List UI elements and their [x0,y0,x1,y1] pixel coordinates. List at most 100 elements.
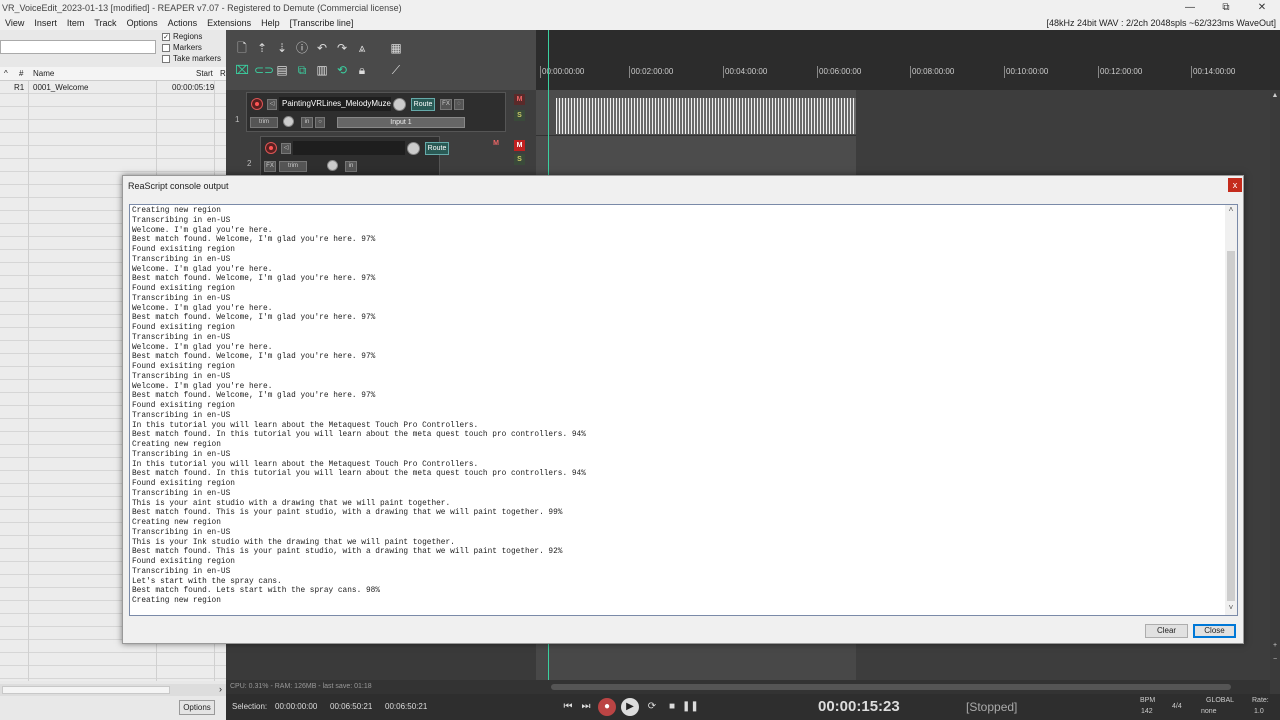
media-item-waveform[interactable] [556,98,856,134]
col-number[interactable]: # [19,69,23,78]
restore-button[interactable]: ⧉ [1208,0,1244,16]
col-r[interactable]: R [220,69,226,78]
input-monitor-button[interactable]: in [345,161,357,172]
track-2-solo-button[interactable]: S [514,154,525,165]
col-start[interactable]: Start [196,69,213,78]
edit-cursor-icon[interactable]: ⟋ [388,62,404,78]
fx-button[interactable]: FX [264,161,276,172]
play-icon[interactable]: ▶ [621,698,639,716]
scroll-thumb[interactable] [551,684,1231,690]
arrange-vscroll[interactable]: ▲ + − [1270,90,1280,680]
go-to-start-icon[interactable]: ⏮ [560,699,576,715]
col-name[interactable]: Name [33,69,54,78]
route-button[interactable]: Route [425,142,449,155]
item-grouping-icon[interactable]: ⊂⊃ [254,62,274,78]
fx-bypass-icon[interactable]: ◌ [454,99,464,110]
track-2[interactable]: 2 ◁ Route FX trim in [247,136,449,176]
scroll-thumb[interactable] [1227,251,1235,601]
new-project-icon[interactable]: 🗋 [234,40,250,56]
pan-knob[interactable] [283,116,294,127]
menu-view[interactable]: View [0,18,29,28]
region-row[interactable]: R1 0001_Welcome 00:00:05:19 [0,82,226,94]
menu-actions[interactable]: Actions [163,18,203,28]
close-button[interactable]: Close [1193,624,1236,638]
scroll-up-icon[interactable]: ˄ [1225,205,1237,214]
menu-transcribe-line[interactable]: [Transcribe line] [285,18,359,28]
zoom-in-icon[interactable]: + [1271,642,1279,650]
redo-icon[interactable]: ↷ [334,40,350,56]
track-1-solo-button[interactable]: S [514,110,525,121]
lock-icon[interactable]: 🔒︎ [354,62,370,78]
dialog-close-icon[interactable]: x [1228,178,1242,192]
pan-knob[interactable] [327,160,338,171]
region-options-button[interactable]: Options [179,700,215,715]
console-vscroll[interactable]: ˄ ˅ [1225,205,1237,615]
loop-icon[interactable]: ⟲ [334,62,350,78]
input-selector[interactable]: Input 1 [337,117,465,128]
region-list-hscroll[interactable]: › [0,684,226,696]
menu-insert[interactable]: Insert [29,18,62,28]
bpm-value[interactable]: 142 [1141,708,1153,715]
fx-button[interactable]: FX [440,99,452,110]
timeline-ruler[interactable]: 00:00:00:00 00:02:00:00 00:04:00:00 00:0… [536,30,1280,90]
zoom-out-icon[interactable]: − [1271,656,1279,664]
menu-item[interactable]: Item [62,18,90,28]
regions-checkbox[interactable]: ✓ Regions [162,32,202,41]
markers-checkbox[interactable]: Markers [162,43,202,52]
track-1[interactable]: 1 ◁ PaintingVRLines_MelodyMuze Route FX … [235,92,506,132]
menu-help[interactable]: Help [256,18,285,28]
ripple-edit-icon[interactable]: ⌧ [234,62,250,78]
go-to-end-icon[interactable]: ⏭ [578,699,594,715]
undo-icon[interactable]: ↶ [314,40,330,56]
global-value[interactable]: none [1201,708,1217,715]
trim-button[interactable]: trim [279,161,307,172]
crossfade-icon[interactable]: ⧉ [294,62,310,78]
record-icon[interactable]: ● [598,698,616,716]
speaker-icon[interactable]: ◁ [281,143,291,154]
menu-options[interactable]: Options [122,18,163,28]
trim-button[interactable]: trim [250,117,278,128]
route-button[interactable]: Route [411,98,435,111]
transport-timecode[interactable]: 00:00:15:23 [818,698,900,715]
minimize-button[interactable]: — [1172,0,1208,16]
region-filter-input[interactable] [0,40,156,54]
record-arm-button[interactable] [251,98,263,110]
menu-extensions[interactable]: Extensions [202,18,256,28]
input-monitor-button[interactable]: in [301,117,313,128]
volume-knob[interactable] [393,98,406,111]
envelope-icon[interactable]: ▥ [314,62,330,78]
scroll-thumb[interactable] [2,686,170,694]
window-close-button[interactable]: ✕ [1244,0,1280,16]
volume-knob[interactable] [407,142,420,155]
selection-end[interactable]: 00:06:50:21 [330,702,372,711]
rate-value[interactable]: 1.0 [1254,708,1264,715]
track-1-mute-button[interactable]: M [514,94,525,105]
monitor-icon[interactable]: ○ [315,117,325,128]
track-name[interactable]: PaintingVRLines_MelodyMuze [279,97,391,111]
track-2-mute-button[interactable]: M [514,140,525,151]
take-markers-checkbox[interactable]: Take markers [162,54,221,63]
selection-length[interactable]: 00:06:50:21 [385,702,427,711]
clear-button[interactable]: Clear [1145,624,1188,638]
scroll-right-icon[interactable]: › [219,684,222,694]
grid-icon[interactable]: ▦ [388,40,404,56]
console-output[interactable]: Creating new region Transcribing in en-US… [129,204,1238,616]
stop-icon[interactable]: ■ [664,699,680,715]
record-arm-button[interactable] [265,142,277,154]
scroll-up-icon[interactable]: ▲ [1271,92,1279,100]
audio-device-status[interactable]: [48kHz 24bit WAV : 2/2ch 2048spls ~62/32… [1046,16,1276,30]
metronome-icon[interactable]: ⩓ [354,40,370,56]
save-project-icon[interactable]: ⇣ [274,40,290,56]
selection-start[interactable]: 00:00:00:00 [275,702,317,711]
arrange-hscroll[interactable] [536,680,1270,694]
speaker-icon[interactable]: ◁ [267,99,277,110]
project-settings-icon[interactable]: ⓘ [294,40,310,56]
snap-grid-icon[interactable]: ▤ [274,62,290,78]
time-signature[interactable]: 4/4 [1172,703,1182,710]
scroll-down-icon[interactable]: ˅ [1225,603,1237,612]
menu-track[interactable]: Track [89,18,121,28]
open-project-icon[interactable]: ⇡ [254,40,270,56]
repeat-icon[interactable]: ⟳ [644,699,660,715]
track-name[interactable] [293,141,405,155]
pause-icon[interactable]: ❚❚ [682,699,699,715]
